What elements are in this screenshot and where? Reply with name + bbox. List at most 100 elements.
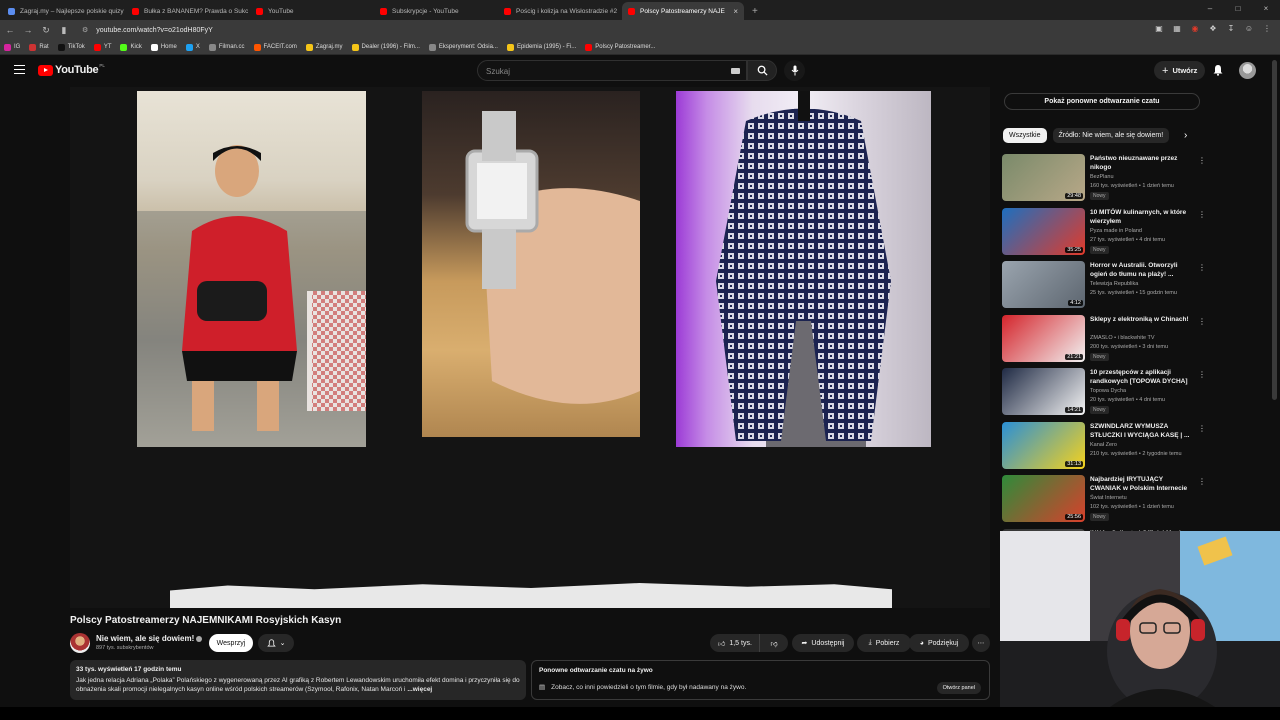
bookmark-item[interactable]: Epidemia (1995) - Fi...	[506, 43, 576, 51]
account-avatar[interactable]	[1239, 62, 1256, 79]
chip-all[interactable]: Wszystkie	[1003, 128, 1047, 143]
channel-avatar[interactable]	[70, 633, 90, 653]
page-scrollbar[interactable]	[1272, 60, 1277, 400]
support-button[interactable]: Wesprzyj	[209, 634, 253, 652]
url-field[interactable]: ⚙ youtube.com/watch?v=o21odH80FyY	[82, 26, 213, 35]
video-player[interactable]	[70, 87, 990, 608]
profile-icon[interactable]: ☺	[1244, 24, 1254, 34]
share-icon: ➦	[801, 640, 808, 647]
video-thumbnail[interactable]: 14:21	[1002, 368, 1085, 415]
description-box[interactable]: 33 tys. wyświetleń 17 godzin temu Jak je…	[70, 660, 526, 700]
site-info-icon[interactable]: ⚙	[82, 26, 88, 34]
more-options-icon[interactable]: ⋮	[1198, 477, 1206, 486]
thanks-button[interactable]: ◕ Podziękuj	[909, 634, 969, 652]
bookmark-item[interactable]: IG	[4, 43, 20, 51]
streamer-webcam-overlay	[1000, 531, 1280, 707]
bookmark-item[interactable]: Home	[150, 43, 177, 51]
puzzle-icon[interactable]: ❖	[1208, 24, 1218, 34]
url-text[interactable]: youtube.com/watch?v=o21odH80FyY	[96, 27, 213, 34]
bookmark-item[interactable]: Kick	[120, 43, 142, 51]
recommended-video[interactable]: 31:13 SZWINDLARZ WYMUSZA STŁUCZKI I WYCIĄ…	[1002, 421, 1207, 472]
channel-name-text[interactable]: Nie wiem, ale się dowiem!	[96, 634, 194, 643]
recommended-video[interactable]: 21:21 Sklepy z elektroniką w Chinach! ZMAS…	[1002, 314, 1207, 365]
tab-close-icon[interactable]: ×	[733, 7, 738, 16]
back-icon[interactable]: ←	[2, 25, 18, 35]
bookmark-item[interactable]: TikTok	[57, 43, 85, 51]
browser-tab[interactable]: Polscy Patostreamerzy NAJE ×	[622, 2, 744, 20]
bookmark-item[interactable]: Eksperyment: Odsia...	[428, 43, 498, 51]
keyboard-icon[interactable]	[731, 68, 740, 74]
show-chat-replay-button[interactable]: Pokaż ponowne odtwarzanie czatu	[1004, 93, 1200, 110]
more-actions-button[interactable]: ⋯	[972, 634, 990, 652]
bookmark-item[interactable]: YT	[93, 43, 111, 51]
reload-icon[interactable]: ↻	[38, 25, 54, 36]
browser-tab[interactable]: Pościg i kolizja na Wisłostradzie #2	[498, 2, 620, 20]
video-thumbnail[interactable]: 35:25	[1002, 207, 1085, 255]
open-panel-button[interactable]: Otwórz panel	[936, 682, 981, 694]
browser-tab[interactable]: Zagraj.my – Najlepsze polskie quizy	[2, 2, 124, 20]
bookmark-item[interactable]: Dealer (1996) - Film...	[351, 43, 420, 51]
maximize-icon[interactable]: □	[1224, 0, 1252, 20]
dislike-button[interactable]: 👎︎	[760, 639, 788, 648]
description-body: Jak jedna relacja Adriana „Polaka” Polań…	[76, 677, 520, 693]
video-thumbnail[interactable]: 25:56	[1002, 475, 1085, 522]
shield-icon[interactable]: ◉	[1190, 24, 1200, 34]
search-button[interactable]	[747, 60, 777, 81]
bookmark-item[interactable]: Polscy Patostreamer...	[585, 43, 655, 51]
tab-favicon-icon	[628, 7, 635, 15]
bookmark-item[interactable]: Filman.cc	[208, 43, 245, 51]
video-thumbnail[interactable]: 4:12	[1002, 261, 1085, 308]
browser-tab[interactable]: Bułka z BANANEM? Prawda o Sukces	[126, 2, 248, 20]
menu-icon[interactable]: ⋮	[1262, 24, 1272, 34]
bookmark-item[interactable]: Zagraj.my	[305, 43, 343, 51]
bookmark-item[interactable]: X	[185, 43, 200, 51]
subscription-notifications-button[interactable]: ⌄	[258, 634, 294, 652]
recommendation-views: 25 tys. wyświetleń • 15 godzin temu	[1090, 290, 1177, 296]
more-options-icon[interactable]: ⋮	[1198, 156, 1206, 165]
download-button[interactable]: ⤓ Pobierz	[857, 634, 911, 652]
bookmark-item[interactable]: FACEIT.com	[253, 43, 297, 51]
recommended-video[interactable]: 4:12 Horror w Australii. Otworzyli ogień …	[1002, 261, 1207, 311]
chevron-right-icon[interactable]: ›	[1184, 130, 1187, 141]
video-duration: 31:13	[1065, 460, 1083, 467]
download-icon[interactable]: ↧	[1226, 24, 1236, 34]
notifications-bell-icon[interactable]	[1212, 64, 1224, 76]
channel-name[interactable]: Nie wiem, ale się dowiem!	[96, 634, 203, 643]
bookmark-icon[interactable]: ▮	[56, 25, 72, 36]
new-tab-icon[interactable]: +	[752, 2, 758, 20]
youtube-logo[interactable]: YouTube PL	[38, 63, 105, 76]
browser-tab[interactable]: YouTube	[250, 2, 372, 20]
show-more-link[interactable]: ...więcej	[407, 686, 432, 693]
cast-icon[interactable]: ▣	[1154, 24, 1164, 34]
more-options-icon[interactable]: ⋮	[1198, 370, 1206, 379]
hamburger-menu-icon[interactable]	[14, 65, 25, 74]
like-button[interactable]: 👍︎ 1,5 tys.	[710, 634, 760, 652]
create-button[interactable]: + Utwórz	[1154, 61, 1206, 80]
more-options-icon[interactable]: ⋮	[1198, 263, 1206, 272]
more-options-icon[interactable]: ⋮	[1198, 424, 1206, 433]
close-window-icon[interactable]: ×	[1252, 0, 1280, 20]
recommended-video[interactable]: 29:48 Państwo nieuznawane przez nikogo Bez…	[1002, 154, 1207, 204]
more-options-icon[interactable]: ⋮	[1198, 210, 1206, 219]
video-thumbnail[interactable]: 31:13	[1002, 421, 1085, 469]
extension-icon[interactable]: ▦	[1172, 24, 1182, 34]
recommended-video[interactable]: 35:25 10 MITÓW kulinarnych, w które wierz…	[1002, 207, 1207, 258]
browser-tab[interactable]: Subskrypcje - YouTube	[374, 2, 496, 20]
video-duration: 4:12	[1068, 300, 1083, 306]
chip-source-channel[interactable]: Źródło: Nie wiem, ale się dowiem!	[1052, 128, 1170, 143]
forward-icon[interactable]: →	[20, 25, 36, 35]
video-thumbnail[interactable]: 29:48	[1002, 154, 1085, 201]
recommendation-title: 10 przestępców z aplikacji randkowych [T…	[1090, 369, 1188, 385]
video-thumbnail[interactable]: 21:21	[1002, 314, 1085, 362]
bookmark-item[interactable]: Rat	[29, 43, 49, 51]
search-input[interactable]	[478, 62, 746, 81]
voice-search-button[interactable]	[784, 60, 805, 81]
recommended-video[interactable]: 25:56 Najbardziej IRYTUJĄCY CWANIAK w Pol…	[1002, 475, 1207, 525]
more-options-icon[interactable]: ⋮	[1198, 317, 1206, 326]
recommended-video[interactable]: 14:21 10 przestępców z aplikacji randkowy…	[1002, 368, 1207, 418]
chat-replay-text: Zobacz, co inni powiedzieli o tym filmie…	[551, 683, 747, 691]
thanks-icon: ◕	[919, 639, 924, 647]
minimize-icon[interactable]: –	[1196, 0, 1224, 20]
browser-tab-bar: Zagraj.my – Najlepsze polskie quizy Bułka…	[0, 0, 1280, 20]
share-button[interactable]: ➦ Udostępnij	[792, 634, 854, 652]
